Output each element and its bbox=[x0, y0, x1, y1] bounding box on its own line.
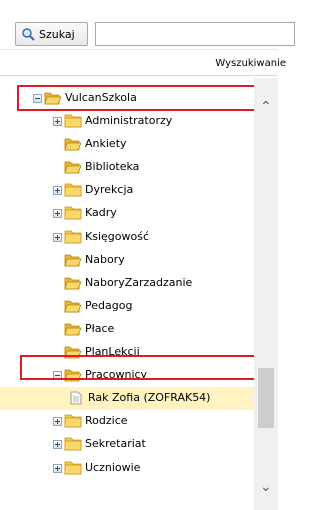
tree-node[interactable]: Kadry bbox=[0, 202, 254, 225]
tree-node-label: Rodzice bbox=[85, 414, 128, 428]
tree-node[interactable]: NaboryZarzadzanie bbox=[0, 272, 254, 295]
tree-view: VulcanSzkola Administratorzy Ankiety Bibli… bbox=[0, 78, 254, 510]
folder-icon bbox=[64, 414, 82, 428]
tree-node-label: Nabory bbox=[85, 252, 125, 266]
tree-node-label: Płace bbox=[85, 321, 115, 335]
open-folder-icon bbox=[64, 138, 82, 151]
scroll-down-icon[interactable]: ⌄ bbox=[260, 480, 272, 494]
tree-node[interactable]: Płace bbox=[0, 318, 254, 341]
highlight-box-vulcanszkola bbox=[17, 85, 259, 111]
open-folder-icon bbox=[64, 277, 82, 290]
tree-node[interactable]: Administratorzy bbox=[0, 110, 254, 133]
expand-plus-icon[interactable] bbox=[53, 440, 62, 450]
open-folder-icon bbox=[64, 323, 82, 336]
tree-node-label: Uczniowie bbox=[85, 460, 141, 474]
tree-node[interactable]: Dyrekcja bbox=[0, 179, 254, 202]
tree-node-label: NaboryZarzadzanie bbox=[85, 275, 193, 289]
folder-icon bbox=[64, 206, 82, 220]
tree-leaf-item[interactable]: Rak Zofia (ZOFRAK54) bbox=[0, 387, 254, 411]
search-icon bbox=[22, 27, 35, 41]
tree-node[interactable]: Sekretariat bbox=[0, 433, 254, 456]
tree-node-label: Kadry bbox=[85, 206, 117, 220]
column-header[interactable]: Wyszukiwanie bbox=[0, 53, 286, 76]
tree-node[interactable]: Ankiety bbox=[0, 133, 254, 156]
tree-node-label: Dyrekcja bbox=[85, 183, 134, 197]
toolbar: Szukaj Wyszukiwanie bbox=[0, 0, 295, 78]
expand-plus-icon[interactable] bbox=[53, 463, 62, 473]
tree-node-label: Pedagog bbox=[85, 298, 133, 312]
tree-node-label: Księgowość bbox=[85, 229, 149, 243]
expand-plus-icon[interactable] bbox=[53, 117, 62, 126]
folder-icon bbox=[64, 230, 82, 243]
open-folder-icon bbox=[64, 161, 82, 174]
scroll-thumb[interactable] bbox=[258, 368, 274, 428]
search-button[interactable]: Szukaj bbox=[15, 22, 88, 46]
tree-node[interactable]: Uczniowie bbox=[0, 457, 254, 480]
tree-node[interactable]: Rodzice bbox=[0, 410, 254, 433]
tree-node[interactable]: Księgowość bbox=[0, 226, 254, 249]
search-button-label: Szukaj bbox=[39, 27, 75, 41]
document-icon bbox=[70, 391, 82, 405]
folder-icon bbox=[64, 183, 82, 197]
tree-node-label: Ankiety bbox=[85, 137, 127, 151]
tree-node-label: Sekretariat bbox=[85, 437, 146, 451]
folder-icon bbox=[64, 114, 82, 128]
folder-icon bbox=[64, 461, 82, 474]
open-folder-icon bbox=[64, 300, 82, 313]
tree-node[interactable]: Biblioteka bbox=[0, 156, 254, 179]
scroll-up-icon[interactable]: ⌃ bbox=[260, 100, 272, 114]
expand-plus-icon[interactable] bbox=[53, 417, 62, 427]
tree-leaf-label: Rak Zofia (ZOFRAK54) bbox=[88, 391, 211, 405]
open-folder-icon bbox=[64, 254, 82, 266]
search-input[interactable] bbox=[95, 22, 295, 46]
vertical-scrollbar[interactable]: ⌃ ⌄ bbox=[254, 78, 278, 510]
folder-icon bbox=[64, 437, 82, 451]
tree-node-label: Administratorzy bbox=[85, 114, 173, 127]
tree-node[interactable]: Pedagog bbox=[0, 295, 254, 318]
expand-plus-icon[interactable] bbox=[53, 186, 62, 196]
expand-plus-icon[interactable] bbox=[53, 232, 62, 242]
tree-node[interactable]: Nabory bbox=[0, 249, 254, 272]
expand-plus-icon[interactable] bbox=[53, 209, 62, 219]
divider bbox=[0, 49, 278, 50]
highlight-box-pracownicy bbox=[20, 355, 261, 380]
column-header-label: Wyszukiwanie bbox=[215, 58, 286, 69]
tree-node-label: Biblioteka bbox=[85, 160, 140, 174]
